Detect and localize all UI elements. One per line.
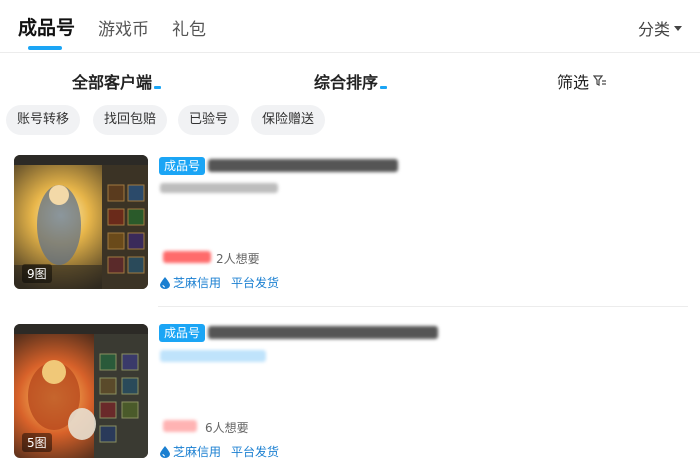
list-item[interactable]: 5图 成品号 6人想要 芝麻信用 平台发货 [0,322,700,462]
active-tab-indicator [28,46,62,50]
sort-bar: 全部客户端 综合排序 筛选 [0,54,700,102]
product-thumbnail[interactable]: 5图 [14,324,148,458]
image-count: 5图 [22,433,52,452]
redacted-price [163,420,197,432]
tag-sesame-credit: 芝麻信用 [173,276,222,290]
chip-insurance-gift[interactable]: 保险赠送 [251,105,326,135]
top-tab-bar: 成品号 游戏币 礼包 分类 [0,0,700,53]
water-drop-icon [160,276,170,289]
want-count: 6人想要 [205,421,249,435]
order-sort-label: 综合排序 [314,73,379,92]
tab-game-coin[interactable]: 游戏币 [98,15,149,40]
filter-button[interactable]: 筛选 [557,69,607,93]
redacted-title [208,326,438,339]
redacted-price [163,251,211,263]
tag-platform-delivery: 平台发货 [231,276,280,290]
category-label: 分类 [637,20,670,39]
order-sort-dropdown[interactable]: 综合排序 [314,69,388,93]
tab-account[interactable]: 成品号 [18,13,75,40]
want-count: 2人想要 [216,252,260,266]
tab-gift-pack[interactable]: 礼包 [172,15,206,40]
list-divider [158,306,688,307]
product-type-badge: 成品号 [159,324,206,342]
water-drop-icon [160,445,170,458]
product-thumbnail[interactable]: 9图 [14,155,148,289]
redacted-subtitle [160,183,278,193]
caret-down-icon [674,25,682,31]
tag-platform-delivery: 平台发货 [231,445,280,459]
category-dropdown[interactable]: 分类 [638,16,682,40]
tag-sesame-credit: 芝麻信用 [173,445,222,459]
filter-icon [593,75,607,86]
chip-recovery-guarantee[interactable]: 找回包赔 [93,105,168,135]
chip-account-transfer[interactable]: 账号转移 [6,105,81,135]
service-tags: 芝麻信用 平台发货 [160,443,279,460]
list-item[interactable]: 9图 成品号 2人想要 芝麻信用 平台发货 [0,153,700,293]
filter-label: 筛选 [557,73,590,92]
client-sort-label: 全部客户端 [72,73,153,92]
caret-down-icon [380,86,388,89]
product-type-badge: 成品号 [159,157,206,175]
redacted-subtitle [160,350,266,362]
redacted-title [208,159,398,172]
client-sort-dropdown[interactable]: 全部客户端 [72,69,162,93]
caret-down-icon [154,86,162,89]
chip-verified[interactable]: 已验号 [178,105,240,135]
service-tags: 芝麻信用 平台发货 [160,274,279,291]
image-count: 9图 [22,264,52,283]
